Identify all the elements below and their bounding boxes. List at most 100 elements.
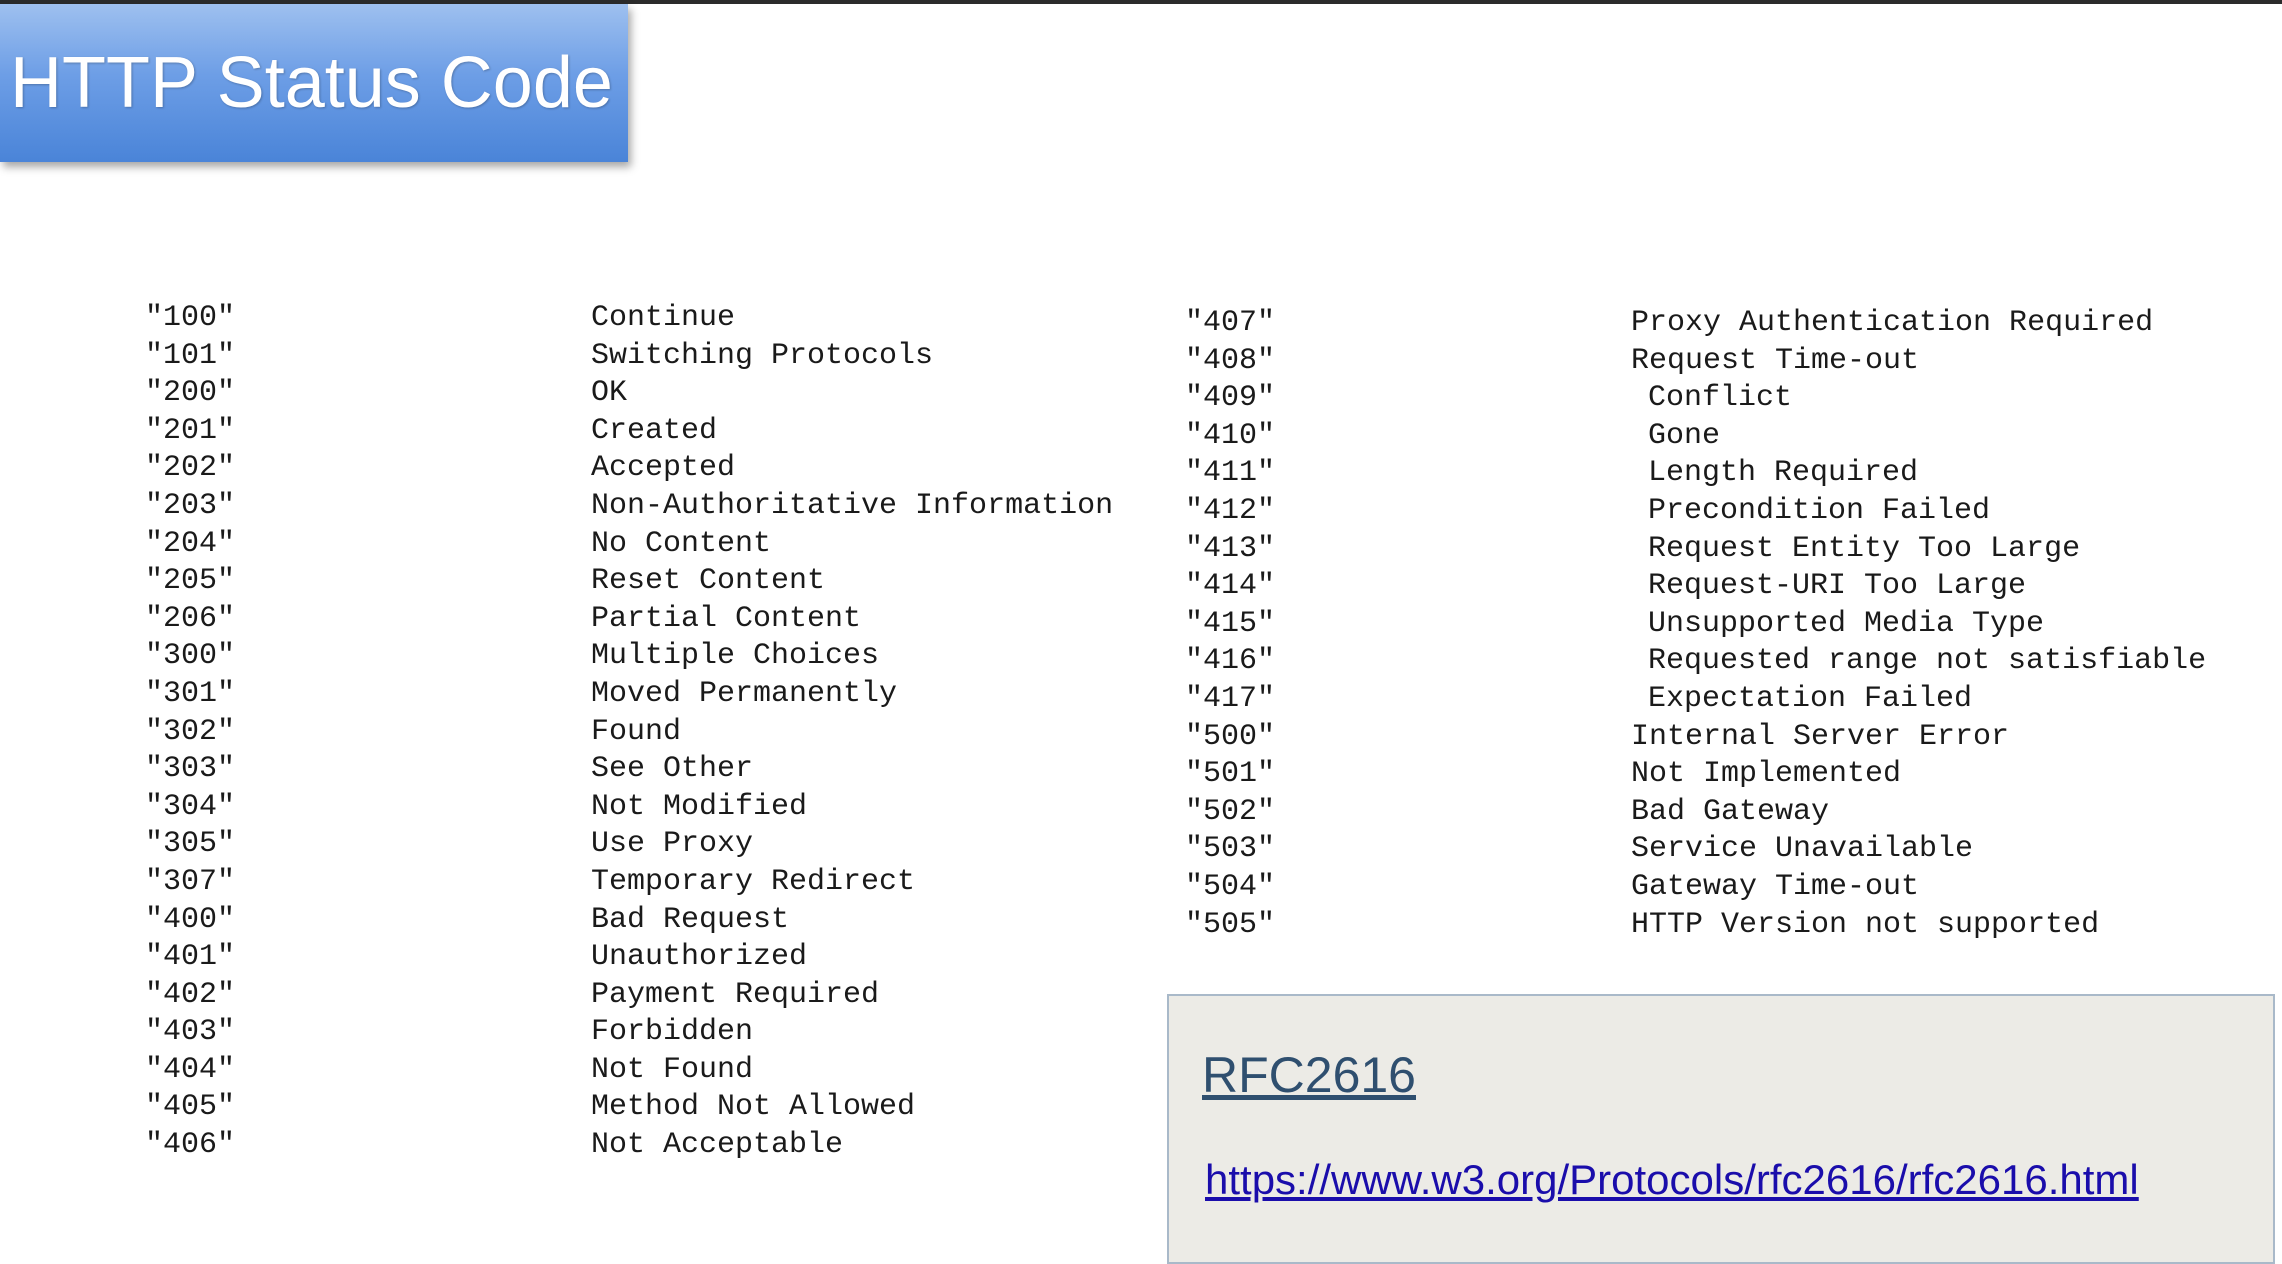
- status-code: "406": [145, 1128, 236, 1163]
- status-code: "204": [145, 526, 236, 561]
- status-code: "301": [145, 676, 236, 711]
- status-description: Payment Required: [591, 977, 880, 1012]
- status-row: "302" Found: [145, 714, 1125, 752]
- status-description: Forbidden: [591, 1015, 754, 1050]
- status-description: Proxy Authentication Required: [1631, 306, 2154, 340]
- status-row: "202" Accepted: [145, 450, 1125, 488]
- status-row: "407" Proxy Authentication Required: [1185, 305, 2265, 343]
- status-description: Not Implemented: [1631, 757, 1902, 792]
- status-row: "206" Partial Content: [145, 601, 1125, 639]
- status-description: Reset Content: [591, 564, 826, 599]
- status-code: "202": [145, 451, 236, 486]
- status-code: "405": [145, 1090, 236, 1125]
- status-description: Requested range not satisfiable: [1648, 644, 2207, 679]
- status-code: "402": [145, 977, 236, 1012]
- status-description: No Content: [591, 526, 772, 561]
- title-banner: HTTP Status Code: [0, 4, 628, 162]
- status-row: "410" Gone: [1185, 418, 2265, 456]
- status-description: Unauthorized: [591, 940, 808, 975]
- status-description: Switching Protocols: [591, 338, 934, 373]
- status-row: "304" Not Modified: [145, 789, 1125, 827]
- status-code: "413": [1185, 531, 1276, 566]
- status-row: "101" Switching Protocols: [145, 338, 1125, 376]
- status-description: Bad Gateway: [1631, 794, 1830, 829]
- status-row: "204" No Content: [145, 526, 1125, 564]
- status-description: Found: [591, 714, 682, 749]
- status-row: "300" Multiple Choices: [145, 638, 1125, 676]
- status-code: "409": [1185, 381, 1276, 416]
- status-row: "403" Forbidden: [145, 1014, 1125, 1052]
- status-code: "415": [1185, 606, 1276, 641]
- status-row: "203" Non-Authoritative Information: [145, 488, 1125, 526]
- status-code: "403": [145, 1015, 236, 1050]
- status-description: Expectation Failed: [1648, 681, 1973, 716]
- status-code: "100": [145, 301, 236, 335]
- status-code: "303": [145, 752, 236, 787]
- status-code: "206": [145, 601, 236, 636]
- status-description: Temporary Redirect: [591, 864, 916, 899]
- status-row: "402" Payment Required: [145, 977, 1125, 1015]
- status-description: Request-URI Too Large: [1648, 569, 2027, 604]
- status-row: "413" Request Entity Too Large: [1185, 531, 2265, 569]
- status-code: "307": [145, 864, 236, 899]
- status-code: "304": [145, 789, 236, 824]
- status-row: "501" Not Implemented: [1185, 756, 2265, 794]
- status-code-list-left: "100" Continue "101" Switching Protocols "20…: [145, 300, 1125, 1165]
- status-row: "416" Requested range not satisfiable: [1185, 643, 2265, 681]
- page-title: HTTP Status Code: [10, 43, 613, 123]
- status-description: Moved Permanently: [591, 676, 898, 711]
- status-row: "504" Gateway Time-out: [1185, 869, 2265, 907]
- status-row: "503" Service Unavailable: [1185, 831, 2265, 869]
- status-code-list-right: "407" Proxy Authentication Required "408" R…: [1185, 305, 2265, 944]
- status-row: "415" Unsupported Media Type: [1185, 606, 2265, 644]
- status-row: "417" Expectation Failed: [1185, 681, 2265, 719]
- status-code: "407": [1185, 306, 1276, 340]
- status-description: Multiple Choices: [591, 639, 880, 674]
- status-row: "500" Internal Server Error: [1185, 719, 2265, 757]
- status-code: "414": [1185, 569, 1276, 604]
- status-description: Created: [591, 413, 718, 448]
- status-description: Continue: [591, 301, 736, 335]
- status-description: Unsupported Media Type: [1648, 606, 2045, 641]
- status-row: "405" Method Not Allowed: [145, 1089, 1125, 1127]
- status-row: "412" Precondition Failed: [1185, 493, 2265, 531]
- status-code: "101": [145, 338, 236, 373]
- status-code: "504": [1185, 869, 1276, 904]
- status-description: Precondition Failed: [1648, 493, 1991, 528]
- status-code: "501": [1185, 757, 1276, 792]
- status-row: "414" Request-URI Too Large: [1185, 568, 2265, 606]
- status-description: Method Not Allowed: [591, 1090, 916, 1125]
- status-row: "301" Moved Permanently: [145, 676, 1125, 714]
- status-code: "400": [145, 902, 236, 937]
- status-row: "409" Conflict: [1185, 380, 2265, 418]
- status-code: "203": [145, 488, 236, 523]
- status-row: "400" Bad Request: [145, 902, 1125, 940]
- status-code: "201": [145, 413, 236, 448]
- reference-box: RFC2616 https://www.w3.org/Protocols/rfc…: [1167, 994, 2275, 1264]
- status-code: "410": [1185, 418, 1276, 453]
- status-description: Internal Server Error: [1631, 719, 2010, 754]
- status-code: "302": [145, 714, 236, 749]
- status-description: Gateway Time-out: [1631, 869, 1920, 904]
- status-row: "502" Bad Gateway: [1185, 794, 2265, 832]
- status-description: Request Entity Too Large: [1648, 531, 2081, 566]
- status-code: "502": [1185, 794, 1276, 829]
- status-row: "100" Continue: [145, 300, 1125, 338]
- rfc-title: RFC2616: [1202, 1047, 1416, 1103]
- status-row: "303" See Other: [145, 751, 1125, 789]
- status-code: "205": [145, 564, 236, 599]
- status-code: "200": [145, 376, 236, 411]
- status-row: "305" Use Proxy: [145, 826, 1125, 864]
- status-row: "401" Unauthorized: [145, 939, 1125, 977]
- status-code: "505": [1185, 907, 1276, 942]
- status-code: "401": [145, 940, 236, 975]
- status-description: Request Time-out: [1631, 343, 1920, 378]
- status-row: "505" HTTP Version not supported: [1185, 907, 2265, 945]
- status-code: "500": [1185, 719, 1276, 754]
- status-description: Conflict: [1648, 381, 1793, 416]
- status-code: "404": [145, 1052, 236, 1087]
- rfc-link[interactable]: https://www.w3.org/Protocols/rfc2616/rfc…: [1205, 1156, 2139, 1204]
- status-row: "205" Reset Content: [145, 563, 1125, 601]
- status-description: Accepted: [591, 451, 736, 486]
- status-code: "416": [1185, 644, 1276, 679]
